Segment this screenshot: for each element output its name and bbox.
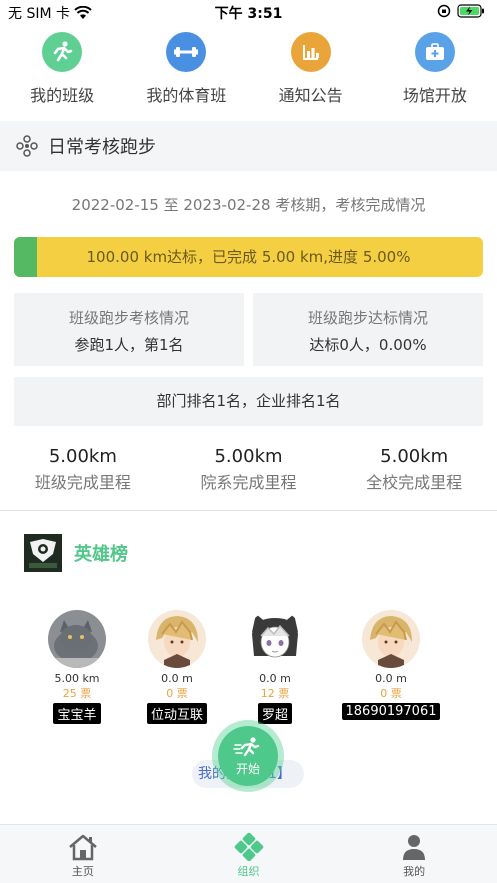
hero-votes: 0 票 bbox=[380, 687, 402, 700]
quick-nav-venue-open[interactable]: 场馆开放 bbox=[373, 28, 497, 112]
quick-nav-my-class[interactable]: 我的班级 bbox=[0, 28, 124, 112]
anime-girl-avatar bbox=[246, 610, 304, 668]
hero-name: 位动互联 bbox=[146, 703, 207, 724]
orientation-lock-icon bbox=[437, 4, 451, 18]
hero-name: 18690197061 bbox=[341, 703, 441, 720]
assessment-period: 2022-02-15 至 2023-02-28 考核期，考核完成情况 bbox=[71, 196, 426, 214]
status-bar: 无 SIM 卡 下午 3:51 bbox=[0, 0, 497, 24]
mileage-value: 5.00km bbox=[380, 446, 449, 467]
quick-nav-label: 通知公告 bbox=[278, 86, 343, 105]
mileage-value: 5.00km bbox=[48, 446, 117, 467]
mileage-label: 院系完成里程 bbox=[200, 473, 297, 492]
card-value: 达标0人，0.00% bbox=[309, 336, 427, 354]
ranking-text: 部门排名1名，企业排名1名 bbox=[156, 392, 341, 410]
hero-distance: 0.0 m bbox=[375, 672, 407, 685]
divider bbox=[0, 510, 497, 511]
anime-boy-avatar bbox=[362, 610, 420, 668]
ranking-card: 部门排名1名，企业排名1名 bbox=[14, 377, 483, 426]
progress-text: 100.00 km达标，已完成 5.00 km,进度 5.00% bbox=[86, 248, 411, 266]
mileage-value: 5.00km bbox=[214, 446, 283, 467]
hero-distance: 5.00 km bbox=[54, 672, 100, 685]
section-title: 日常考核跑步 bbox=[48, 137, 156, 158]
card-value: 参跑1人，第1名 bbox=[74, 336, 184, 354]
battery-charging-icon bbox=[457, 4, 484, 18]
running-person-icon bbox=[42, 32, 83, 72]
mileage-school: 5.00km 全校完成里程 bbox=[331, 446, 497, 493]
quick-nav-my-pe-class[interactable]: 我的体育班 bbox=[124, 28, 248, 112]
start-run-inner: 开始 bbox=[218, 726, 278, 786]
grid-dots-icon bbox=[16, 135, 38, 157]
quick-nav-label: 场馆开放 bbox=[402, 86, 467, 105]
hero-distance: 0.0 m bbox=[161, 672, 193, 685]
tab-bar: 主页 组织 我的 bbox=[0, 824, 497, 883]
quick-nav-announcements[interactable]: 通知公告 bbox=[249, 28, 373, 112]
class-standard-card: 班级跑步达标情况 达标0人，0.00% bbox=[253, 293, 483, 366]
app-logo bbox=[24, 534, 62, 572]
tab-home[interactable]: 主页 bbox=[0, 825, 166, 883]
tab-label: 组织 bbox=[237, 865, 260, 878]
cat-avatar bbox=[48, 610, 106, 668]
mileage-stats: 5.00km 班级完成里程 5.00km 院系完成里程 5.00km 全校完成里… bbox=[0, 446, 497, 493]
medical-kit-icon bbox=[414, 32, 455, 72]
anime-boy-avatar bbox=[148, 610, 206, 668]
user-icon bbox=[403, 835, 426, 860]
organization-icon bbox=[234, 833, 263, 861]
tab-label: 我的 bbox=[403, 865, 426, 878]
section-header: 日常考核跑步 bbox=[0, 121, 497, 171]
card-title: 班级跑步达标情况 bbox=[307, 309, 428, 327]
hero-board-header: 英雄榜 bbox=[24, 534, 128, 572]
start-run-label: 开始 bbox=[235, 761, 260, 776]
hero-board-title: 英雄榜 bbox=[74, 544, 128, 565]
hero-item[interactable]: 0.0 m 0 票 位动互联 bbox=[122, 610, 232, 724]
hero-item[interactable]: 5.00 km 25 票 宝宝羊 bbox=[22, 610, 132, 724]
mileage-label: 全校完成里程 bbox=[366, 473, 463, 492]
tab-me[interactable]: 我的 bbox=[331, 825, 497, 883]
quick-nav-label: 我的班级 bbox=[30, 86, 95, 105]
quick-nav-label: 我的体育班 bbox=[146, 86, 227, 105]
announcement-chart-icon bbox=[290, 32, 331, 72]
hero-votes: 25 票 bbox=[62, 687, 92, 700]
hero-votes: 12 票 bbox=[260, 687, 290, 700]
dumbbell-icon bbox=[166, 32, 207, 72]
class-run-card: 班级跑步考核情况 参跑1人，第1名 bbox=[14, 293, 244, 366]
quick-nav: 我的班级 我的体育班 通知公告 场馆开放 bbox=[0, 28, 497, 112]
hero-item[interactable]: 0.0 m 0 票 18690197061 bbox=[336, 610, 446, 720]
tab-organization[interactable]: 组织 bbox=[166, 825, 332, 883]
hero-item[interactable]: 0.0 m 12 票 罗超 bbox=[220, 610, 330, 724]
start-run-button[interactable]: 开始 bbox=[212, 720, 284, 792]
running-person-icon bbox=[233, 736, 260, 756]
card-title: 班级跑步考核情况 bbox=[68, 309, 189, 327]
hero-name: 罗超 bbox=[257, 703, 292, 724]
status-time: 下午 3:51 bbox=[214, 6, 283, 22]
hero-votes: 0 票 bbox=[166, 687, 188, 700]
hero-name: 宝宝羊 bbox=[53, 703, 101, 724]
mileage-department: 5.00km 院系完成里程 bbox=[166, 446, 332, 493]
progress-bar: 100.00 km达标，已完成 5.00 km,进度 5.00% bbox=[14, 237, 483, 277]
mileage-label: 班级完成里程 bbox=[34, 473, 131, 492]
tab-label: 主页 bbox=[71, 865, 94, 878]
hero-list: 5.00 km 25 票 宝宝羊 0.0 m 0 票 位动互联 0.0 m 12… bbox=[0, 610, 497, 725]
hero-distance: 0.0 m bbox=[259, 672, 291, 685]
mileage-class: 5.00km 班级完成里程 bbox=[0, 446, 166, 493]
home-icon bbox=[69, 834, 97, 861]
